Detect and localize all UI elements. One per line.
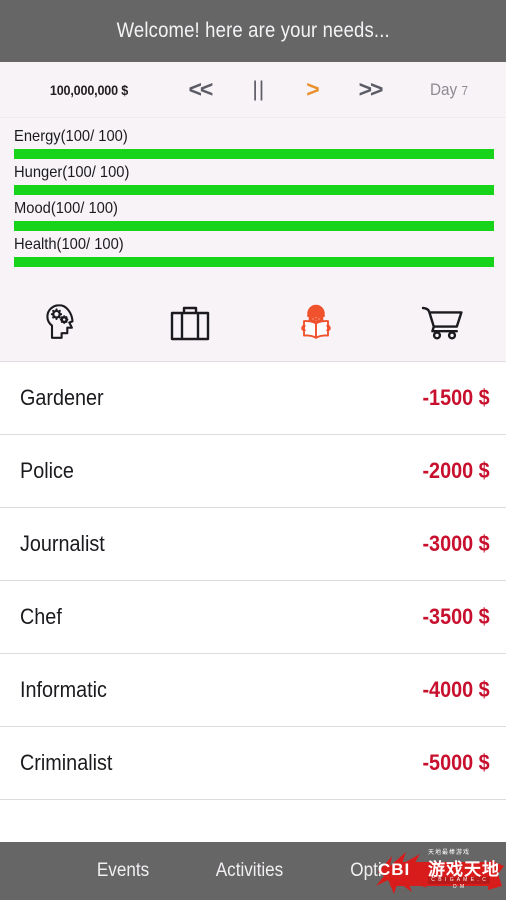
need-bar-fill-mood <box>14 221 494 231</box>
tab-shop[interactable] <box>380 284 506 361</box>
pause-button[interactable]: || <box>244 77 273 102</box>
day-word: Day <box>430 79 458 99</box>
need-label-hunger: Hunger(100/ 100) <box>14 164 130 181</box>
need-row-hunger: Hunger(100/ 100) <box>14 162 494 195</box>
row-name: Criminalist <box>20 750 113 775</box>
shopping-cart-icon <box>420 302 466 344</box>
bottom-navigation: Events Activities Options 天地最棒游戏 CBI 游戏天… <box>0 842 506 900</box>
need-label-energy: Energy(100/ 100) <box>14 128 128 145</box>
time-control-bar: 100,000,000 $ << || > >> Day 7 <box>0 62 506 118</box>
row-price: -3500 $ <box>422 604 490 629</box>
row-price: -5000 $ <box>422 750 490 775</box>
table-row[interactable]: Gardener -1500 $ <box>0 362 506 435</box>
app-root: Welcome! here are your needs... 100,000,… <box>0 0 506 900</box>
row-name: Chef <box>20 604 62 629</box>
page-title: Welcome! here are your needs... <box>116 19 390 42</box>
row-price: -1500 $ <box>422 385 490 410</box>
need-bar-health <box>14 257 494 267</box>
fast-forward-button[interactable]: >> <box>351 76 390 103</box>
table-row[interactable]: Chef -3500 $ <box>0 581 506 654</box>
need-bar-fill-energy <box>14 149 494 159</box>
day-counter: Day 7 <box>410 80 487 100</box>
row-name: Informatic <box>20 677 107 702</box>
money-display: 100,000,000 $ <box>49 81 129 98</box>
row-price: -4000 $ <box>422 677 490 702</box>
day-number: 7 <box>461 82 468 98</box>
tab-education[interactable] <box>253 284 380 361</box>
need-bar-mood <box>14 221 494 231</box>
need-row-mood: Mood(100/ 100) <box>14 198 494 231</box>
watermark-url-bar: C B I G A M E . C O M <box>428 877 490 890</box>
need-bar-hunger <box>14 185 494 195</box>
tab-jobs[interactable] <box>127 284 254 361</box>
table-row[interactable]: Journalist -3000 $ <box>0 508 506 581</box>
watermark-chinese: 游戏天地 <box>428 860 500 879</box>
category-tab-strip <box>0 284 506 362</box>
row-name: Police <box>20 458 74 483</box>
need-row-health: Health(100/ 100) <box>14 234 494 267</box>
playback-controls: << || > >> <box>164 76 406 103</box>
need-bar-fill-hunger <box>14 185 494 195</box>
need-bar-energy <box>14 149 494 159</box>
table-row[interactable]: Informatic -4000 $ <box>0 654 506 727</box>
nav-item-events[interactable]: Events <box>88 856 158 886</box>
row-price: -2000 $ <box>422 458 490 483</box>
table-row[interactable]: Police -2000 $ <box>0 435 506 508</box>
row-name: Gardener <box>20 385 104 410</box>
row-name: Journalist <box>20 531 105 556</box>
nav-item-activities[interactable]: Activities <box>207 856 292 886</box>
row-price: -3000 $ <box>422 531 490 556</box>
table-row[interactable]: Criminalist -5000 $ <box>0 727 506 800</box>
watermark-url-text: C B I G A M E . C O M <box>431 877 487 890</box>
needs-panel: Energy(100/ 100) Hunger(100/ 100) Mood(1… <box>0 118 506 284</box>
need-label-health: Health(100/ 100) <box>14 236 124 253</box>
nav-item-options[interactable]: Options <box>341 856 418 886</box>
watermark-subtitle: 天地最棒游戏 <box>428 850 471 856</box>
tab-skills[interactable] <box>0 284 127 361</box>
person-reading-book-icon <box>295 300 337 346</box>
education-course-list[interactable]: Gardener -1500 $ Police -2000 $ Journali… <box>0 362 506 842</box>
app-header: Welcome! here are your needs... <box>0 0 506 62</box>
briefcase-icon <box>168 302 212 344</box>
play-button[interactable]: > <box>298 76 325 103</box>
rewind-button[interactable]: << <box>180 76 219 103</box>
need-bar-fill-health <box>14 257 494 267</box>
head-gears-icon <box>43 301 83 345</box>
need-row-energy: Energy(100/ 100) <box>14 126 494 159</box>
need-label-mood: Mood(100/ 100) <box>14 200 118 217</box>
